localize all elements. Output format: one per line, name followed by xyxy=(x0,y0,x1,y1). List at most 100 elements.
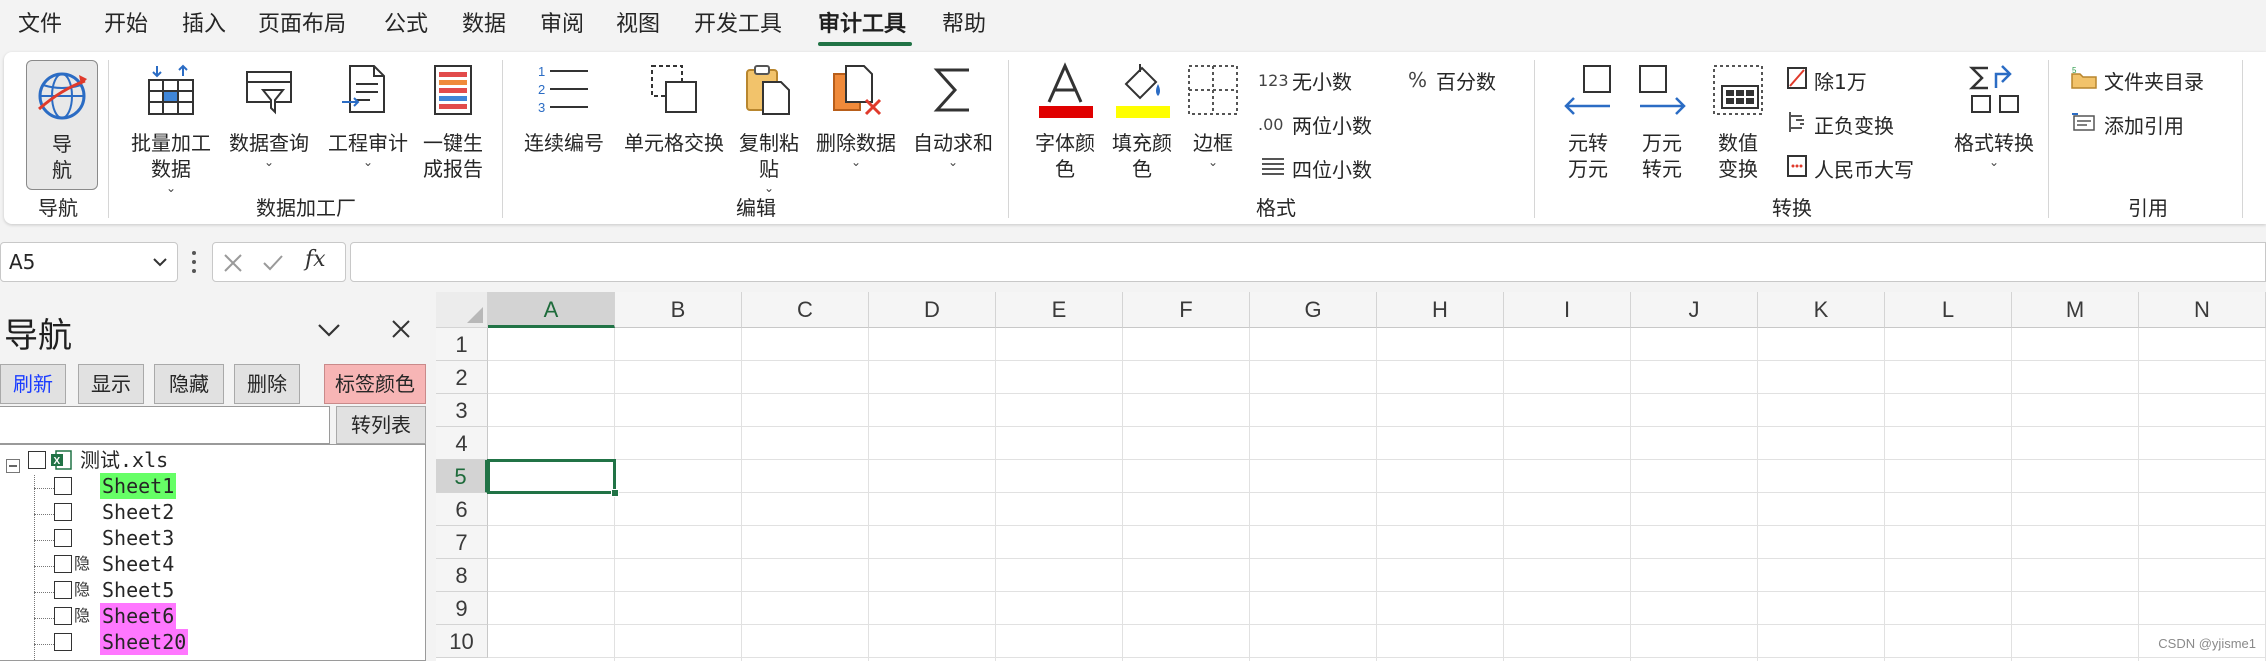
column-header[interactable]: K xyxy=(1758,292,1885,328)
sheet-checkbox[interactable] xyxy=(54,581,72,599)
fill-handle[interactable] xyxy=(611,489,619,497)
formula-input[interactable] xyxy=(350,242,2266,282)
sheet-checkbox[interactable] xyxy=(54,555,72,573)
percent-button[interactable]: % 百分数 xyxy=(1408,62,1496,98)
row-header[interactable]: 6 xyxy=(436,493,488,526)
column-header[interactable]: B xyxy=(615,292,742,328)
format-convert-button[interactable]: 格式转换 ⌄ xyxy=(1946,62,2042,168)
menu-file[interactable]: 文件 xyxy=(18,10,62,40)
add-reference-button[interactable]: 添加引用 xyxy=(2070,106,2184,142)
yuan-to-wan-button[interactable]: 元转 万元 xyxy=(1556,62,1620,182)
no-decimal-label: 无小数 xyxy=(1292,69,1352,94)
menu-home[interactable]: 开始 xyxy=(104,10,148,40)
data-query-button[interactable]: 数据查询 ⌄ xyxy=(224,62,314,168)
column-header[interactable]: E xyxy=(996,292,1123,328)
four-decimal-button[interactable]: 四位小数 xyxy=(1258,150,1372,186)
sheet-checkbox[interactable] xyxy=(54,477,72,495)
sheet-row[interactable]: Sheet20 xyxy=(0,629,420,655)
column-header[interactable]: G xyxy=(1250,292,1377,328)
to-list-button[interactable]: 转列表 xyxy=(336,406,426,444)
menu-data[interactable]: 数据 xyxy=(462,10,506,40)
cell-area[interactable] xyxy=(488,328,2266,661)
sheet-checkbox[interactable] xyxy=(54,503,72,521)
name-box[interactable]: A5 xyxy=(0,242,178,282)
tree-root-file[interactable]: X 测试.xls xyxy=(4,447,424,473)
cancel-icon[interactable] xyxy=(221,251,245,279)
row-header[interactable]: 4 xyxy=(436,427,488,460)
menu-developer[interactable]: 开发工具 xyxy=(694,10,782,40)
sheet-row[interactable]: 隐 Sheet5 xyxy=(0,577,420,603)
spreadsheet-grid[interactable]: ABCDEFGHIJKLMN 1 2 3 4 5 6 7 8 9 10 CSDN @yjisme1 xyxy=(436,292,2266,661)
active-cell-A5[interactable] xyxy=(487,459,616,494)
column-header[interactable]: A xyxy=(488,292,615,328)
menu-insert[interactable]: 插入 xyxy=(182,10,226,40)
file-checkbox[interactable] xyxy=(28,451,46,469)
column-header[interactable]: C xyxy=(742,292,869,328)
select-all-button[interactable] xyxy=(436,292,488,328)
sheet-checkbox[interactable] xyxy=(54,633,72,651)
sheet-row[interactable]: 隐 Sheet6 xyxy=(0,603,420,629)
more-options-icon[interactable] xyxy=(188,248,200,280)
menu-formulas[interactable]: 公式 xyxy=(384,10,428,40)
no-decimal-button[interactable]: 123 无小数 xyxy=(1258,62,1352,98)
column-header[interactable]: I xyxy=(1504,292,1631,328)
menu-audit-tools[interactable]: 审计工具 xyxy=(818,10,906,40)
menu-view[interactable]: 视图 xyxy=(616,10,660,40)
nav-toggle-button[interactable]: 导 航 xyxy=(26,60,98,190)
menu-help[interactable]: 帮助 xyxy=(942,10,986,40)
show-button[interactable]: 显示 xyxy=(78,364,144,404)
insert-function-icon[interactable]: fx xyxy=(305,247,326,272)
copy-paste-button[interactable]: 复制粘 贴 ⌄ xyxy=(736,62,802,194)
column-header[interactable]: M xyxy=(2012,292,2139,328)
one-click-report-button[interactable]: 一键生 成报告 xyxy=(418,62,488,182)
sheet-row[interactable]: Sheet1 xyxy=(0,473,420,499)
value-transform-button[interactable]: 数值 变换 xyxy=(1706,62,1770,182)
fill-color-button[interactable]: 填充颜 色 xyxy=(1100,62,1184,182)
delete-data-button[interactable]: 删除数据 ⌄ xyxy=(808,62,904,168)
sheet-row[interactable]: 隐 Sheet4 xyxy=(0,551,420,577)
row-header[interactable]: 3 xyxy=(436,394,488,427)
sheet-row[interactable]: Sheet3 xyxy=(0,525,420,551)
sign-flip-button[interactable]: 正负变换 xyxy=(1786,106,1894,142)
font-color-button[interactable]: 字体颜 色 xyxy=(1022,62,1108,182)
rmb-uppercase-button[interactable]: 人民币大写 xyxy=(1786,150,1914,186)
row-header[interactable]: 8 xyxy=(436,559,488,592)
row-header[interactable]: 2 xyxy=(436,361,488,394)
row-header[interactable]: 7 xyxy=(436,526,488,559)
column-header[interactable]: J xyxy=(1631,292,1758,328)
menu-page-layout[interactable]: 页面布局 xyxy=(258,10,346,40)
row-header[interactable]: 1 xyxy=(436,328,488,361)
delete-button[interactable]: 删除 xyxy=(234,364,300,404)
border-button[interactable]: 边框 ⌄ xyxy=(1182,62,1244,168)
divide-10k-button[interactable]: 除1万 xyxy=(1786,62,1867,98)
refresh-button[interactable]: 刷新 xyxy=(0,364,66,404)
sheet-checkbox[interactable] xyxy=(54,607,72,625)
font-color-label: 字体颜 色 xyxy=(1035,131,1095,181)
column-header[interactable]: H xyxy=(1377,292,1504,328)
two-decimal-button[interactable]: .00 两位小数 xyxy=(1258,106,1372,142)
row-header[interactable]: 5 xyxy=(436,460,488,493)
chevron-down-icon[interactable] xyxy=(151,243,169,295)
collapse-chevron-icon[interactable] xyxy=(316,320,342,344)
confirm-icon[interactable] xyxy=(261,251,285,279)
row-header[interactable]: 9 xyxy=(436,592,488,625)
close-icon[interactable] xyxy=(390,318,412,344)
hide-button[interactable]: 隐藏 xyxy=(154,364,224,404)
sheet-checkbox[interactable] xyxy=(54,529,72,547)
batch-process-button[interactable]: 批量加工 数据 ⌄ xyxy=(126,62,216,194)
wan-to-yuan-button[interactable]: 万元 转元 xyxy=(1630,62,1694,182)
autosum-button[interactable]: 自动求和 ⌄ xyxy=(908,62,998,168)
menu-review[interactable]: 审阅 xyxy=(540,10,584,40)
sequential-number-button[interactable]: 1 2 3 连续编号 xyxy=(516,62,612,156)
row-header[interactable]: 10 xyxy=(436,625,488,658)
column-header[interactable]: L xyxy=(1885,292,2012,328)
tab-color-button[interactable]: 标签颜色 xyxy=(324,364,426,404)
column-header[interactable]: F xyxy=(1123,292,1250,328)
cell-swap-button[interactable]: 单元格交换 xyxy=(616,62,732,156)
column-header[interactable]: N xyxy=(2139,292,2266,328)
folder-catalog-button[interactable]: 5 文件夹目录 xyxy=(2070,62,2204,98)
engineering-audit-button[interactable]: 工程审计 ⌄ xyxy=(320,62,416,168)
sheet-search-input[interactable] xyxy=(0,406,330,444)
sheet-row[interactable]: Sheet2 xyxy=(0,499,420,525)
column-header[interactable]: D xyxy=(869,292,996,328)
